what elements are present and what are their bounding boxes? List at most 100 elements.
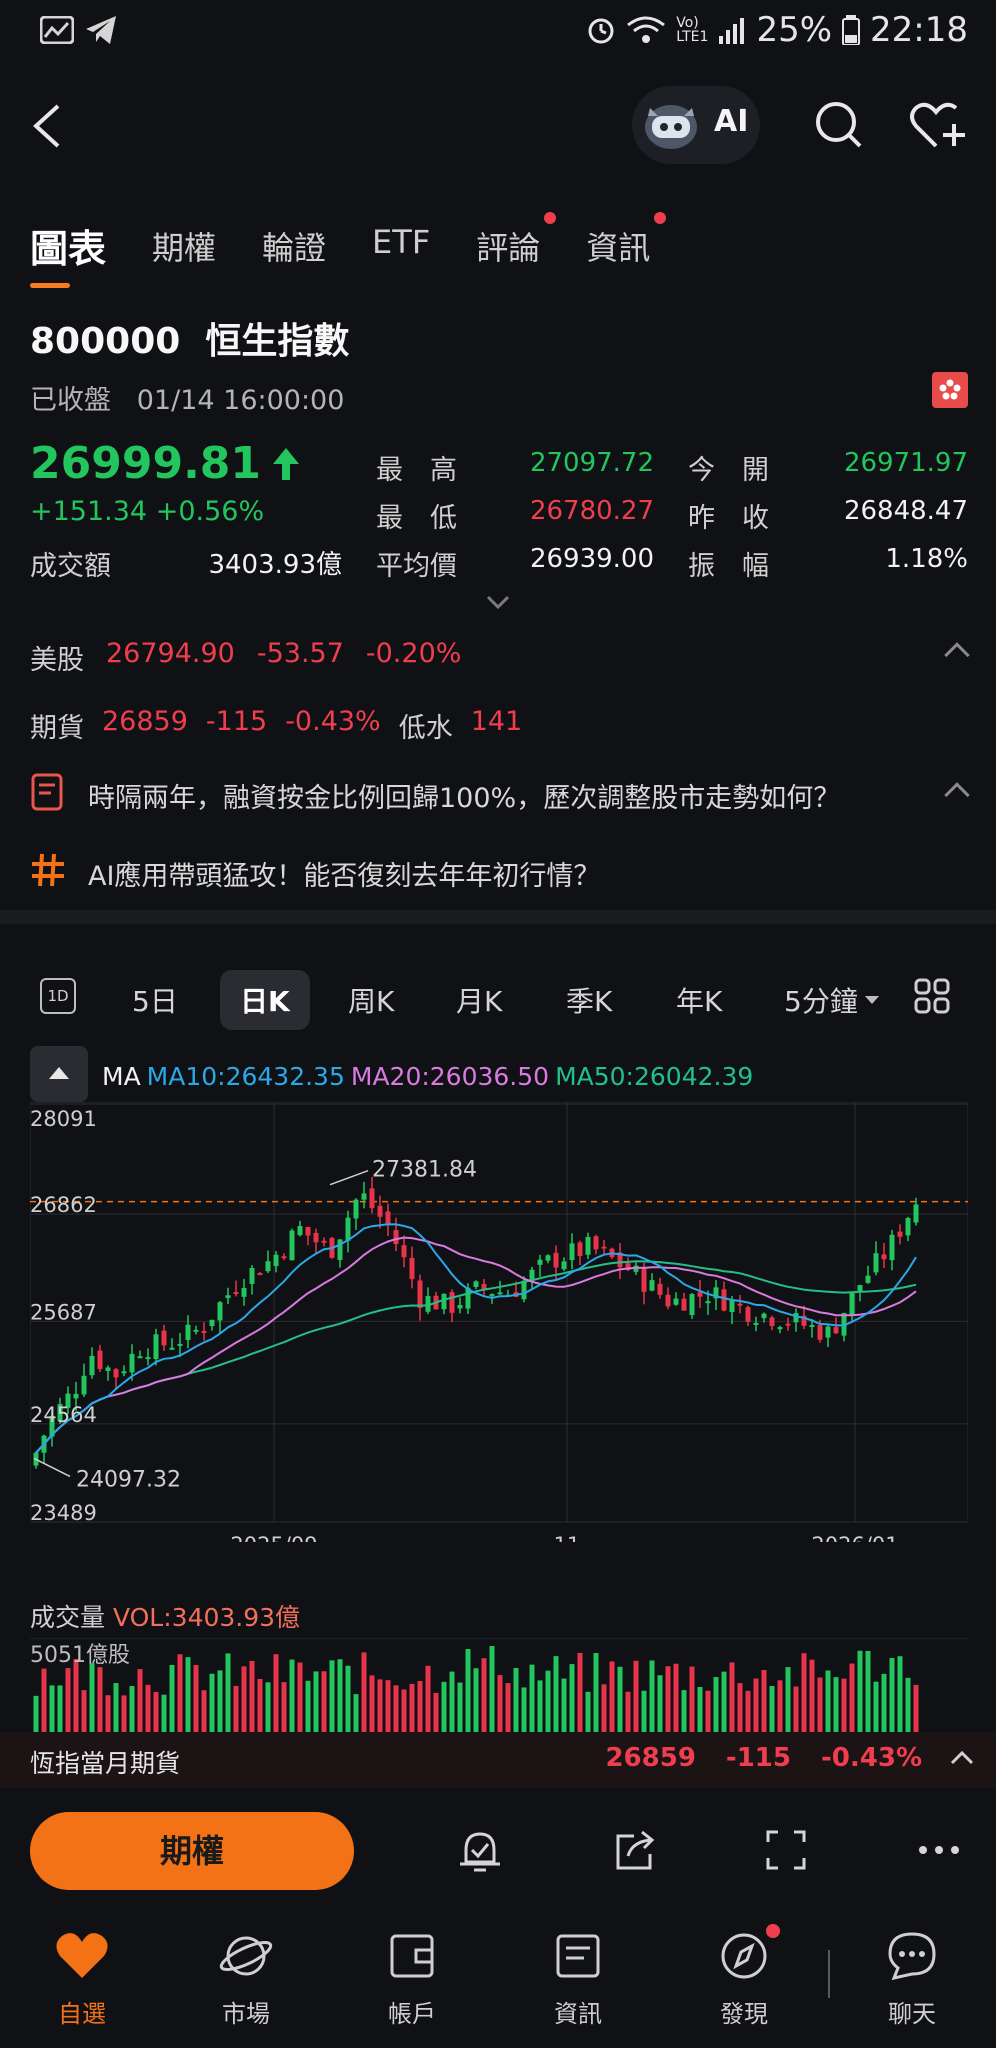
volume-bar — [233, 1685, 239, 1732]
candle-body — [705, 1301, 711, 1304]
volume-bar — [121, 1695, 127, 1732]
period-5day[interactable]: 5日 — [132, 980, 178, 1020]
volume-bar — [177, 1654, 183, 1732]
candle-body — [353, 1199, 359, 1219]
collapse-news-chevron-icon[interactable] — [944, 782, 970, 808]
volume-bar — [297, 1662, 303, 1732]
nav-account[interactable]: 帳戶 — [342, 1930, 482, 2029]
ai-assistant-button[interactable]: AI — [632, 86, 760, 164]
volume-bar — [873, 1681, 879, 1732]
period-5min-dropdown[interactable]: 5分鐘 — [784, 980, 880, 1020]
period-daily[interactable]: 日K — [220, 970, 310, 1030]
candle-body — [881, 1254, 887, 1260]
volume-bar — [497, 1675, 503, 1732]
candle-body — [657, 1283, 663, 1295]
period-monthly[interactable]: 月K — [456, 980, 502, 1020]
candlestick-chart[interactable]: 28091 26862 25687 24564 23489 2025/09 11 2026/0… — [30, 1102, 968, 1542]
tab-etf[interactable]: ETF — [372, 218, 430, 278]
news-icon — [556, 1934, 600, 1978]
tab-comments[interactable]: 評論 — [476, 212, 557, 278]
nav-discover[interactable]: 發現 — [674, 1924, 814, 2029]
expand-up-icon[interactable] — [950, 1750, 974, 1766]
volume-bar — [153, 1691, 159, 1732]
period-yearly[interactable]: 年K — [676, 980, 722, 1020]
amplitude-label: 振 幅 — [688, 551, 769, 582]
share-icon[interactable] — [614, 1828, 658, 1872]
ma-legend: MA MA10:26432.35 MA20:26036.50 MA50:2604… — [102, 1062, 753, 1091]
news-headline-2[interactable]: AI應用帶頭猛攻！能否復刻去年年初行情？ — [88, 854, 600, 893]
candle-body — [417, 1280, 423, 1309]
turnover-label: 成交額 — [30, 551, 111, 582]
planet-icon — [219, 1936, 273, 1976]
nav-watchlist[interactable]: 自選 — [12, 1930, 152, 2029]
nav-news[interactable]: 資訊 — [508, 1930, 648, 2029]
futures-ticker-bar[interactable]: 恆指當月期貨 26859 -115 -0.43% — [0, 1732, 996, 1788]
candle-body — [497, 1292, 503, 1295]
news-headline-1[interactable]: 時隔兩年，融資按金比例回歸100%，歷次調整股市走勢如何？ — [88, 776, 840, 815]
period-quarterly[interactable]: 季K — [566, 980, 612, 1020]
tab-options[interactable]: 期權 — [152, 218, 216, 278]
tab-news[interactable]: 資訊 — [586, 212, 667, 278]
us-stock-row[interactable]: 美股 26794.90 -53.57 -0.20% — [30, 638, 461, 677]
ma-label: MA — [102, 1062, 141, 1091]
volume-bar — [529, 1664, 535, 1732]
volume-bar — [489, 1645, 495, 1732]
nav-market[interactable]: 市場 — [176, 1930, 316, 2029]
nav-discover-label: 發現 — [720, 2000, 768, 2028]
volume-bar — [609, 1661, 615, 1732]
volume-bar — [881, 1673, 887, 1732]
period-weekly[interactable]: 周K — [348, 980, 394, 1020]
volume-bar — [73, 1658, 79, 1732]
period-tabs: 1D 5日 日K 周K 月K 季K 年K 5分鐘 — [0, 966, 996, 1032]
volume-bar — [785, 1667, 791, 1732]
back-icon[interactable] — [30, 102, 64, 150]
volume-bar — [665, 1666, 671, 1732]
compass-icon — [721, 1933, 767, 1979]
us-stock-percent: -0.20% — [365, 638, 462, 669]
futures-bar-values: 26859 -115 -0.43% — [605, 1743, 922, 1773]
candle-body — [537, 1259, 543, 1265]
ai-label: AI — [714, 104, 749, 139]
add-favorite-icon[interactable] — [908, 98, 968, 154]
volume-bar — [457, 1682, 463, 1732]
notification-dot — [654, 212, 667, 224]
low-value: 26780.27 — [529, 496, 654, 526]
candle-body — [105, 1367, 111, 1371]
open-label: 今 開 — [688, 455, 769, 486]
volume-bar — [849, 1663, 855, 1732]
nav-news-label: 資訊 — [554, 2000, 602, 2028]
more-options-icon[interactable] — [918, 1844, 960, 1856]
expand-chevron-icon[interactable] — [486, 594, 510, 610]
tab-warrants[interactable]: 輪證 — [262, 218, 326, 278]
volume-bar — [553, 1656, 559, 1732]
price-alert-icon[interactable] — [458, 1828, 502, 1874]
candle-body — [689, 1294, 695, 1316]
candle-body — [785, 1323, 791, 1326]
candle-body — [577, 1242, 583, 1256]
volume-bar — [129, 1686, 135, 1732]
collapse-chevron-icon[interactable] — [944, 642, 970, 668]
candle-body — [97, 1350, 103, 1370]
intraday-icon[interactable]: 1D — [40, 978, 76, 1014]
candle-body — [777, 1327, 783, 1330]
futures-row[interactable]: 期貨 26859 -115 -0.43% 低水 141 — [30, 706, 522, 745]
grid-layout-icon[interactable] — [914, 978, 950, 1014]
volume-bar — [809, 1659, 815, 1732]
nav-chat[interactable]: 聊天 — [842, 1930, 982, 2029]
fullscreen-icon[interactable] — [766, 1830, 806, 1870]
volume-bar — [857, 1650, 863, 1732]
ma-toggle-button[interactable] — [30, 1046, 88, 1102]
volume-bar — [513, 1667, 519, 1732]
candle-body — [857, 1285, 863, 1292]
volume-bar — [889, 1657, 895, 1732]
market-status-text: 已收盤 — [30, 385, 111, 416]
top-header: AI — [0, 64, 996, 184]
options-button[interactable]: 期權 — [30, 1812, 354, 1890]
ma20-value: MA20:26036.50 — [350, 1062, 550, 1091]
volume-bar — [201, 1690, 207, 1732]
volume-bar — [313, 1671, 319, 1732]
search-icon[interactable] — [814, 100, 864, 152]
stock-name: 恒生指數 — [205, 321, 350, 362]
candle-body — [129, 1353, 135, 1373]
tab-chart[interactable]: 圖表 — [30, 218, 106, 288]
